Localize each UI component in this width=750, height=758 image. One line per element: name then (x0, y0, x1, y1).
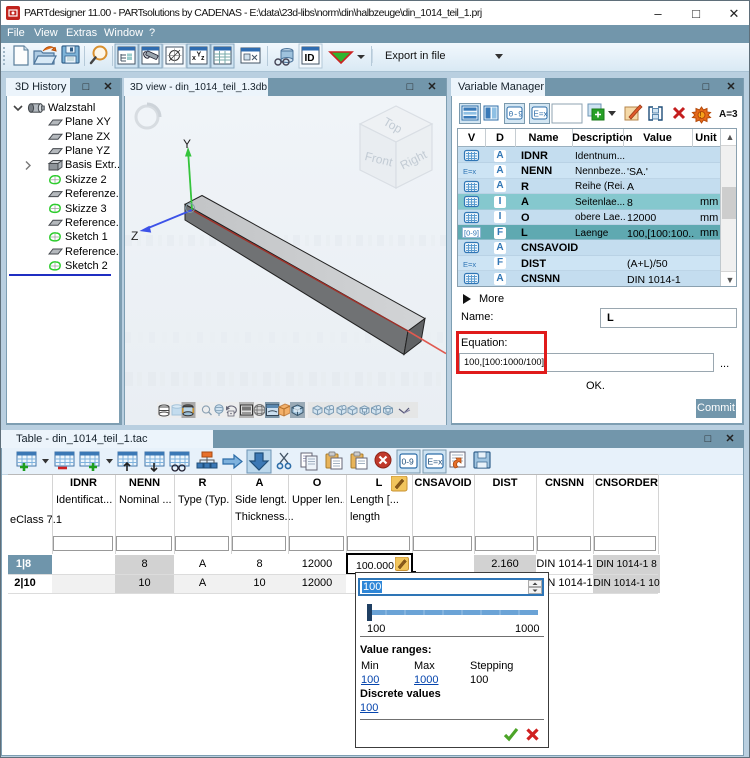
svg-text:A=3: A=3 (719, 109, 738, 120)
svg-text:E=x: E=x (428, 457, 444, 467)
svg-text:Y: Y (183, 137, 191, 151)
svg-text:0-9: 0-9 (402, 457, 415, 467)
svg-text:z: z (201, 55, 205, 62)
svg-text:0-9: 0-9 (509, 111, 524, 120)
svg-text:ID: ID (305, 53, 315, 64)
svg-text:Z: Z (131, 229, 138, 243)
svg-text:E=x: E=x (463, 167, 476, 176)
svg-text:[0-9]: [0-9] (464, 229, 479, 238)
svg-text:!: ! (700, 111, 702, 120)
svg-text:E=x: E=x (463, 260, 476, 269)
svg-text:E=x: E=x (534, 110, 548, 119)
svg-text:x: x (192, 55, 196, 62)
